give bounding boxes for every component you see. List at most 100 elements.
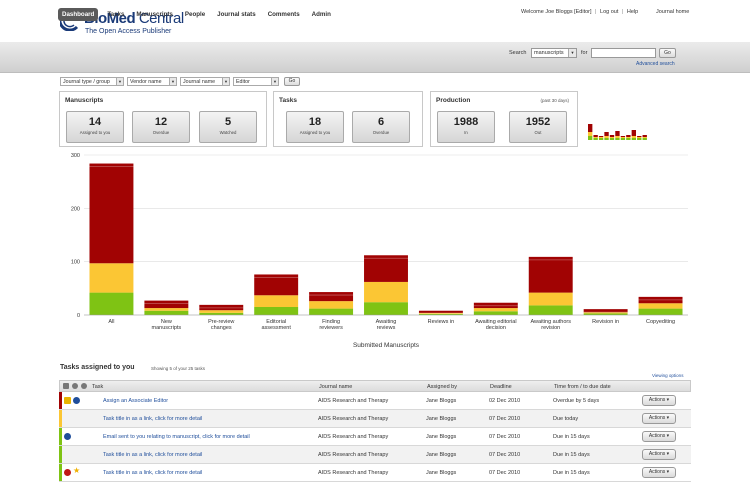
- status-column-icon[interactable]: [81, 383, 87, 389]
- chevron-down-icon: ▾: [665, 415, 670, 421]
- bar-segment[interactable]: [199, 310, 244, 313]
- bar-segment[interactable]: [473, 308, 518, 312]
- search-input[interactable]: [591, 48, 656, 58]
- bar-segment[interactable]: [309, 308, 354, 315]
- help-link[interactable]: Help: [627, 9, 638, 15]
- info-column-icon[interactable]: [72, 383, 78, 389]
- bar-segment[interactable]: [89, 163, 134, 264]
- actions-button[interactable]: Actions ▾: [642, 413, 676, 424]
- bar-segment[interactable]: [418, 310, 463, 313]
- nav-dashboard[interactable]: Dashboard: [58, 8, 99, 21]
- x-tick-label: Awaiting editorial decision: [475, 319, 516, 331]
- bar-segment[interactable]: [528, 292, 573, 306]
- time-to-due: Due in 15 days: [553, 434, 590, 440]
- col-journal[interactable]: Journal name: [319, 384, 352, 390]
- nav-comments[interactable]: Comments: [265, 8, 303, 21]
- task-title-link[interactable]: Email sent to you relating to manuscript…: [103, 434, 250, 440]
- deadline: 07 Dec 2010: [489, 452, 521, 458]
- advanced-search-link[interactable]: Advanced search: [636, 61, 675, 67]
- star-icon[interactable]: ★: [73, 467, 80, 475]
- task-title-link[interactable]: Task title in as a link, click for more …: [103, 416, 202, 422]
- assigned-by: Jane Bloggs: [426, 470, 457, 476]
- search-go-button[interactable]: Go: [659, 48, 676, 58]
- tasks-table-header: Task Journal name Assigned by Deadline T…: [59, 380, 691, 392]
- bar-segment[interactable]: [364, 281, 408, 303]
- mini-bar-segment: [615, 131, 620, 136]
- filter-journal-name[interactable]: Journal name ▼: [180, 77, 230, 86]
- bar-segment[interactable]: [528, 305, 573, 315]
- bar-segment[interactable]: [89, 263, 134, 293]
- production-panel: Production (past 30 days) 1988 In 1952 O…: [430, 91, 578, 147]
- chevron-down-icon: ▼: [169, 78, 176, 85]
- time-to-due: Due in 15 days: [553, 452, 590, 458]
- bar-segment[interactable]: [144, 308, 189, 311]
- bar-segment[interactable]: [309, 301, 354, 309]
- flag-column-icon[interactable]: [63, 383, 69, 389]
- actions-button[interactable]: Actions ▾: [642, 467, 676, 478]
- bar-segment[interactable]: [528, 256, 573, 293]
- col-time[interactable]: Time from / to due date: [554, 384, 611, 390]
- mini-bar-segment: [598, 136, 604, 137]
- x-tick-label: Editorial assessment: [262, 319, 292, 331]
- bar-segment[interactable]: [144, 310, 189, 315]
- nav-tasks[interactable]: Tasks: [104, 8, 127, 21]
- actions-button[interactable]: Actions ▾: [642, 449, 676, 460]
- bar-segment[interactable]: [309, 292, 354, 302]
- info-icon[interactable]: [64, 433, 71, 440]
- stat-manuscripts-assigned[interactable]: 14 Assigned to you: [66, 111, 124, 143]
- task-title-link[interactable]: Task title in as a link, click for more …: [103, 470, 202, 476]
- mini-bar-segment: [626, 137, 631, 138]
- nav-manuscripts[interactable]: Manuscripts: [133, 8, 175, 21]
- stat-production-out[interactable]: 1952 Out: [509, 111, 567, 143]
- bar-segment[interactable]: [638, 303, 683, 309]
- filter-journal-type[interactable]: Journal type / group ▼: [60, 77, 124, 86]
- flag-icon[interactable]: [64, 397, 71, 404]
- assigned-by: Jane Bloggs: [426, 416, 457, 422]
- task-title-link[interactable]: Assign an Associate Editor: [103, 398, 168, 404]
- bar-segment[interactable]: [89, 292, 134, 315]
- table-row[interactable]: Task title in as a link, click for more …: [59, 446, 691, 464]
- x-tick-label: Pre-review changes: [208, 319, 234, 331]
- stat-tasks-assigned[interactable]: 18 Assigned to you: [286, 111, 344, 143]
- col-assigned[interactable]: Assigned by: [427, 384, 457, 390]
- bar-segment[interactable]: [144, 300, 189, 309]
- mini-bar-segment: [642, 135, 647, 137]
- bar-segment[interactable]: [254, 307, 299, 315]
- search-scope-select[interactable]: manuscripts ▼: [531, 48, 577, 58]
- info-icon[interactable]: [73, 397, 80, 404]
- logout-link[interactable]: Log out: [600, 9, 618, 15]
- mini-bar-segment: [588, 136, 593, 140]
- table-row[interactable]: ★ Task title in as a link, click for more…: [59, 464, 691, 482]
- task-title-link[interactable]: Task title in as a link, click for more …: [103, 452, 202, 458]
- table-row[interactable]: Task title in as a link, click for more …: [59, 410, 691, 428]
- filter-vendor[interactable]: Vendor name ▼: [127, 77, 177, 86]
- filter-editor[interactable]: Editor ▼: [233, 77, 279, 86]
- bar-segment[interactable]: [199, 312, 244, 315]
- stat-tasks-overdue[interactable]: 6 Overdue: [352, 111, 410, 143]
- nav-admin[interactable]: Admin: [309, 8, 334, 21]
- actions-button[interactable]: Actions ▾: [642, 395, 676, 406]
- actions-button[interactable]: Actions ▾: [642, 431, 676, 442]
- table-row[interactable]: Email sent to you relating to manuscript…: [59, 428, 691, 446]
- filter-go-button[interactable]: Go: [284, 77, 300, 86]
- nav-journal-stats[interactable]: Journal stats: [214, 8, 259, 21]
- bar-segment[interactable]: [254, 295, 299, 307]
- bar-segment[interactable]: [364, 255, 408, 282]
- nav-people[interactable]: People: [182, 8, 208, 21]
- journal-name: AIDS Research and Therapy: [318, 434, 389, 440]
- stat-manuscripts-overdue[interactable]: 12 Overdue: [132, 111, 190, 143]
- block-icon[interactable]: [64, 469, 71, 476]
- col-deadline[interactable]: Deadline: [490, 384, 512, 390]
- bar-segment[interactable]: [638, 308, 683, 315]
- mini-bar-segment: [598, 137, 604, 138]
- col-task[interactable]: Task: [92, 384, 103, 390]
- stat-manuscripts-watched[interactable]: 5 Watched: [199, 111, 257, 143]
- bar-segment[interactable]: [473, 311, 518, 315]
- y-tick-label: 200: [71, 206, 80, 212]
- x-tick-label: Awaiting authors revision: [530, 319, 571, 331]
- table-row[interactable]: Assign an Associate Editor AIDS Research …: [59, 392, 691, 410]
- viewing-options-link[interactable]: Viewing options: [652, 373, 683, 378]
- bar-segment[interactable]: [364, 302, 408, 315]
- stat-production-in[interactable]: 1988 In: [437, 111, 495, 143]
- journal-home-link[interactable]: Journal home: [656, 9, 689, 15]
